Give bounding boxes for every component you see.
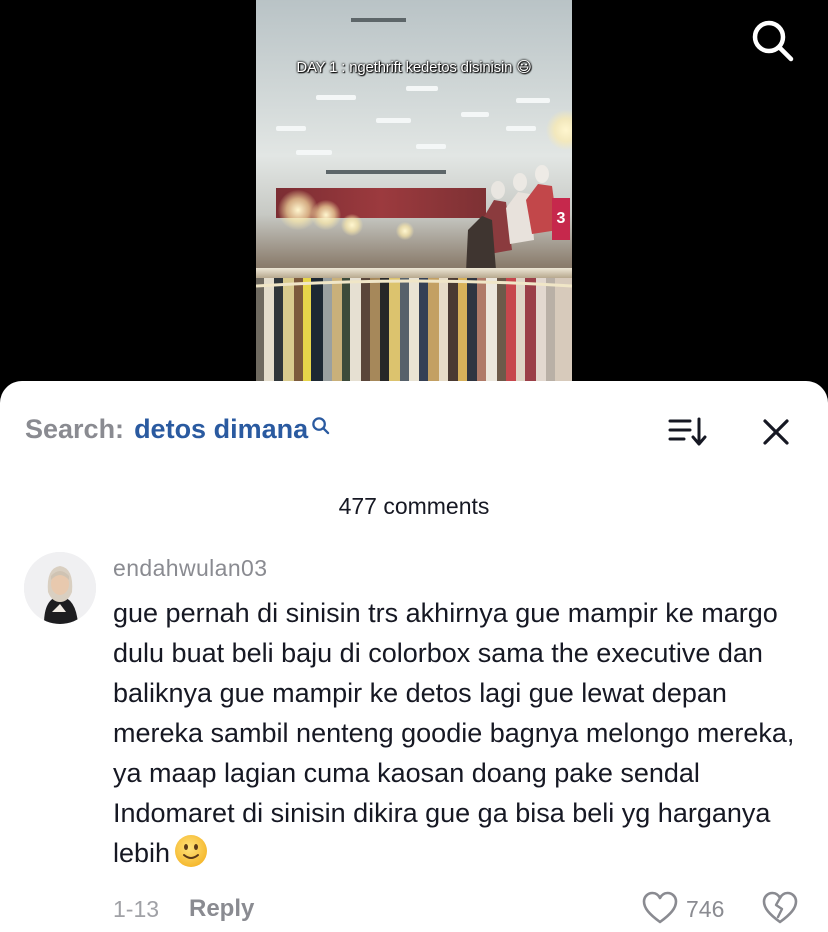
comment-body: gue pernah di sinisin trs akhirnya gue m… <box>113 593 813 873</box>
avatar[interactable] <box>24 552 96 624</box>
comment-count: 477 comments <box>338 493 490 519</box>
search-button[interactable] <box>748 16 796 64</box>
search-term-link[interactable]: detos dimana <box>134 414 308 445</box>
like-button[interactable] <box>641 890 679 926</box>
sort-icon <box>668 417 707 446</box>
video-player[interactable]: 3 DAY 1 : ngethrift kedetos disinisin 😃 <box>256 0 572 390</box>
search-label: Search: <box>25 414 125 444</box>
close-button[interactable] <box>760 416 792 448</box>
avatar-image <box>24 552 96 624</box>
comments-sheet: Search: detos dimana 477 comments endahw… <box>0 381 828 932</box>
video-caption: DAY 1 : ngethrift kedetos disinisin 😃 <box>296 59 532 76</box>
sale-sign: 3 <box>552 198 570 240</box>
like-count: 746 <box>686 896 725 922</box>
comment-username[interactable]: endahwulan03 <box>113 555 267 582</box>
sort-button[interactable] <box>666 415 708 449</box>
broken-heart-icon <box>762 891 798 924</box>
comment-search-bar[interactable]: Search: detos dimana <box>25 414 330 445</box>
heart-outline-icon <box>642 891 678 924</box>
small-search-icon <box>312 417 330 435</box>
reply-button[interactable]: Reply <box>189 895 254 923</box>
dislike-button[interactable] <box>761 890 799 926</box>
slightly-smiling-face-emoji <box>175 835 208 867</box>
comment-text: gue pernah di sinisin trs akhirnya gue m… <box>113 598 795 868</box>
close-icon <box>763 419 789 445</box>
comment-date: 1-13 <box>113 896 160 922</box>
search-icon <box>752 20 794 62</box>
